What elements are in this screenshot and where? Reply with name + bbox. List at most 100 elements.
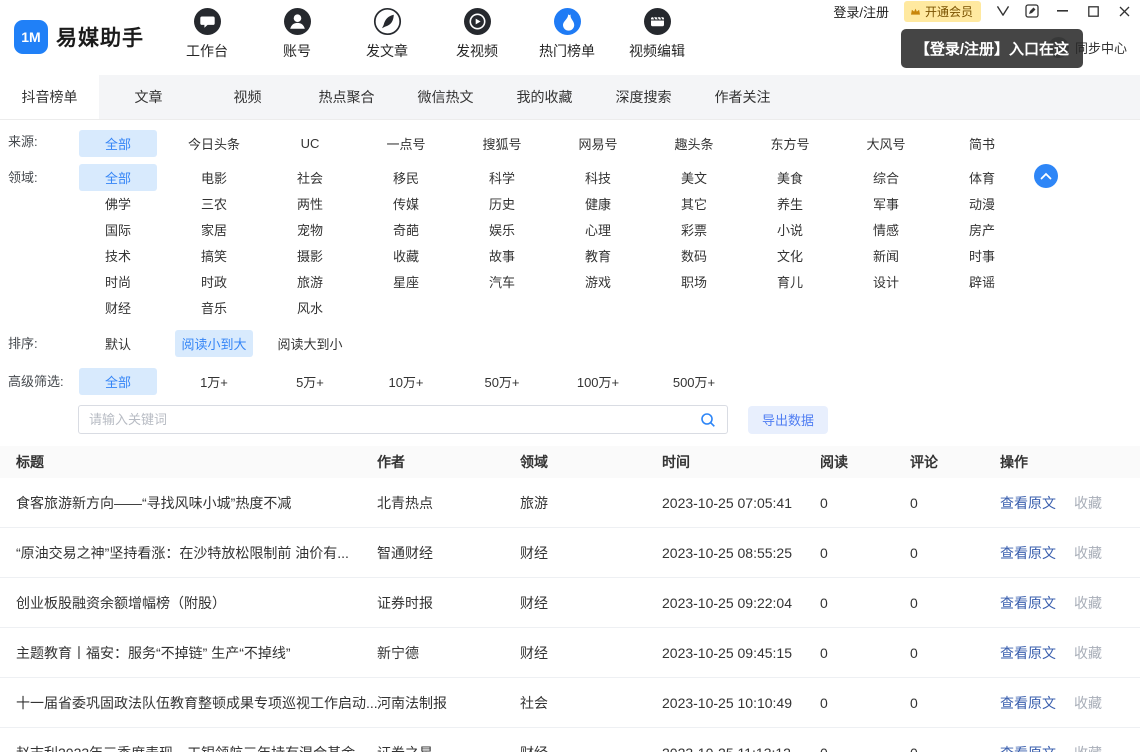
filter-chip[interactable]: 旅游	[271, 268, 349, 295]
filter-chip[interactable]: 文化	[751, 242, 829, 269]
tab[interactable]: 微信热文	[396, 75, 495, 119]
filter-chip[interactable]: 情感	[847, 216, 925, 243]
filter-chip[interactable]: 军事	[847, 190, 925, 217]
filter-chip[interactable]: 东方号	[751, 130, 829, 157]
nav-item-workbench[interactable]: 工作台	[162, 7, 252, 61]
filter-chip[interactable]: 体育	[943, 164, 1021, 191]
tab[interactable]: 抖音榜单	[0, 75, 99, 119]
filter-chip[interactable]: UC	[271, 132, 349, 155]
search-input[interactable]	[79, 412, 689, 427]
filter-chip[interactable]: 汽车	[463, 268, 541, 295]
filter-chip[interactable]: 搞笑	[175, 242, 253, 269]
filter-chip[interactable]: 房产	[943, 216, 1021, 243]
minimize-button[interactable]	[1054, 3, 1070, 19]
filter-chip[interactable]: 搜狐号	[463, 130, 541, 157]
filter-chip[interactable]: 5万+	[271, 368, 349, 395]
search-button[interactable]	[689, 412, 727, 428]
view-original-link[interactable]: 查看原文	[1000, 643, 1056, 663]
favorite-link[interactable]: 收藏	[1074, 543, 1102, 563]
filter-chip[interactable]: 全部	[79, 163, 157, 191]
filter-chip[interactable]: 新闻	[847, 242, 925, 269]
filter-chip[interactable]: 职场	[655, 268, 733, 295]
filter-chip[interactable]: 科技	[559, 164, 637, 191]
nav-item-video-edit[interactable]: 视频编辑	[612, 7, 702, 61]
filter-chip[interactable]: 社会	[271, 164, 349, 191]
filter-chip[interactable]: 时事	[943, 242, 1021, 269]
filter-chip[interactable]: 大风号	[847, 130, 925, 157]
nav-item-publish-article[interactable]: 发文章	[342, 7, 432, 61]
filter-chip[interactable]: 500万+	[655, 368, 733, 395]
filter-chip[interactable]: 育儿	[751, 268, 829, 295]
filter-chip[interactable]: 技术	[79, 242, 157, 269]
filter-chip[interactable]: 音乐	[175, 294, 253, 321]
filter-chip[interactable]: 摄影	[271, 242, 349, 269]
view-original-link[interactable]: 查看原文	[1000, 693, 1056, 713]
filter-chip[interactable]: 家居	[175, 216, 253, 243]
filter-chip[interactable]: 科学	[463, 164, 541, 191]
filter-chip[interactable]: 小说	[751, 216, 829, 243]
feedback-icon[interactable]	[1025, 4, 1039, 18]
filter-chip[interactable]: 风水	[271, 294, 349, 321]
filter-chip[interactable]: 电影	[175, 164, 253, 191]
filter-chip[interactable]: 传媒	[367, 190, 445, 217]
vip-badge[interactable]: 开通会员	[903, 0, 981, 22]
filter-chip[interactable]: 10万+	[367, 368, 445, 395]
tab[interactable]: 深度搜索	[594, 75, 693, 119]
tab[interactable]: 热点聚合	[297, 75, 396, 119]
filter-chip[interactable]: 全部	[79, 129, 157, 157]
filter-chip[interactable]: 数码	[655, 242, 733, 269]
filter-chip[interactable]: 设计	[847, 268, 925, 295]
export-data-button[interactable]: 导出数据	[748, 405, 829, 434]
filter-chip[interactable]: 历史	[463, 190, 541, 217]
filter-chip[interactable]: 游戏	[559, 268, 637, 295]
filter-chip[interactable]: 彩票	[655, 216, 733, 243]
favorite-link[interactable]: 收藏	[1074, 593, 1102, 613]
tab[interactable]: 我的收藏	[495, 75, 594, 119]
filter-chip[interactable]: 健康	[559, 190, 637, 217]
filter-chip[interactable]: 阅读大到小	[271, 330, 349, 357]
filter-chip[interactable]: 教育	[559, 242, 637, 269]
nav-item-account[interactable]: 账号	[252, 7, 342, 61]
tab[interactable]: 文章	[99, 75, 198, 119]
filter-chip[interactable]: 心理	[559, 216, 637, 243]
filter-chip[interactable]: 50万+	[463, 368, 541, 395]
view-original-link[interactable]: 查看原文	[1000, 543, 1056, 563]
filter-chip[interactable]: 娱乐	[463, 216, 541, 243]
filter-chip[interactable]: 星座	[367, 268, 445, 295]
filter-chip[interactable]: 今日头条	[175, 130, 253, 157]
collapse-filters-button[interactable]	[1034, 164, 1058, 188]
filter-chip[interactable]: 美食	[751, 164, 829, 191]
theme-icon[interactable]	[996, 5, 1010, 17]
filter-chip[interactable]: 一点号	[367, 130, 445, 157]
filter-chip[interactable]: 故事	[463, 242, 541, 269]
filter-chip[interactable]: 时政	[175, 268, 253, 295]
filter-chip[interactable]: 简书	[943, 130, 1021, 157]
filter-chip[interactable]: 佛学	[79, 190, 157, 217]
filter-chip[interactable]: 收藏	[367, 242, 445, 269]
filter-chip[interactable]: 默认	[79, 330, 157, 357]
filter-chip[interactable]: 时尚	[79, 268, 157, 295]
view-original-link[interactable]: 查看原文	[1000, 593, 1056, 613]
filter-chip[interactable]: 趣头条	[655, 130, 733, 157]
close-button[interactable]	[1116, 3, 1132, 19]
filter-chip[interactable]: 宠物	[271, 216, 349, 243]
filter-chip[interactable]: 其它	[655, 190, 733, 217]
filter-chip[interactable]: 网易号	[559, 130, 637, 157]
filter-chip[interactable]: 养生	[751, 190, 829, 217]
filter-chip[interactable]: 国际	[79, 216, 157, 243]
tab[interactable]: 作者关注	[693, 75, 792, 119]
filter-chip[interactable]: 100万+	[559, 368, 637, 395]
tab[interactable]: 视频	[198, 75, 297, 119]
filter-chip[interactable]: 1万+	[175, 368, 253, 395]
filter-chip[interactable]: 阅读小到大	[175, 329, 253, 357]
favorite-link[interactable]: 收藏	[1074, 693, 1102, 713]
nav-item-hot-rankings[interactable]: 热门榜单	[522, 7, 612, 61]
favorite-link[interactable]: 收藏	[1074, 643, 1102, 663]
filter-chip[interactable]: 动漫	[943, 190, 1021, 217]
filter-chip[interactable]: 移民	[367, 164, 445, 191]
filter-chip[interactable]: 综合	[847, 164, 925, 191]
view-original-link[interactable]: 查看原文	[1000, 743, 1056, 752]
maximize-button[interactable]	[1085, 3, 1101, 19]
filter-chip[interactable]: 奇葩	[367, 216, 445, 243]
filter-chip[interactable]: 两性	[271, 190, 349, 217]
